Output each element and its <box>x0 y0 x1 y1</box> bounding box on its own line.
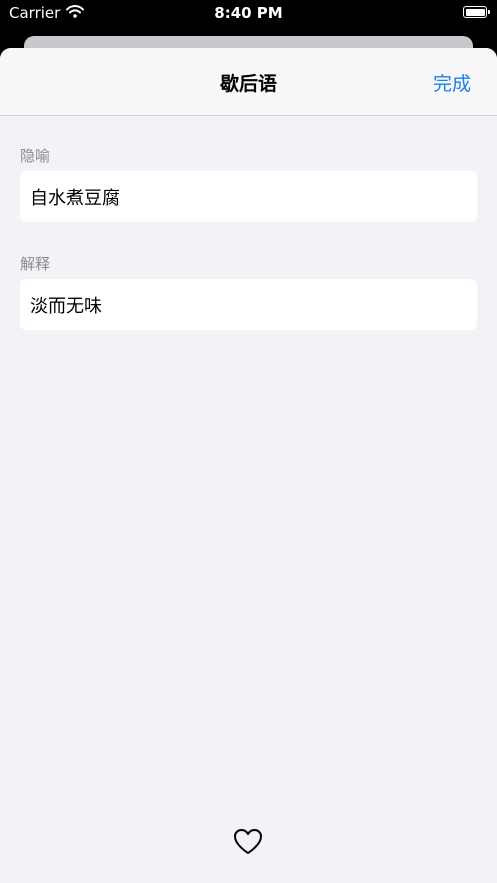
status-bar: Carrier 8:40 PM <box>0 0 497 30</box>
battery-fill <box>465 8 485 16</box>
metaphor-value: 自水煮豆腐 <box>30 187 120 209</box>
explanation-label: 解释 <box>20 255 51 273</box>
battery-icon <box>463 6 490 18</box>
modal-sheet: 歇后语 完成 隐喻 自水煮豆腐 解释 淡而无味 <box>0 48 497 883</box>
explanation-value: 淡而无味 <box>30 295 102 317</box>
battery-tip <box>488 10 490 14</box>
page-title: 歇后语 <box>219 73 277 95</box>
navigation-bar: 歇后语 完成 <box>0 48 497 116</box>
heart-outline-icon <box>233 828 263 859</box>
favorite-button[interactable] <box>233 828 263 858</box>
metaphor-field[interactable]: 自水煮豆腐 <box>20 171 477 222</box>
metaphor-label: 隐喻 <box>20 147 51 165</box>
done-button[interactable]: 完成 <box>433 69 471 96</box>
status-time: 8:40 PM <box>214 4 283 22</box>
explanation-field[interactable]: 淡而无味 <box>20 279 477 330</box>
